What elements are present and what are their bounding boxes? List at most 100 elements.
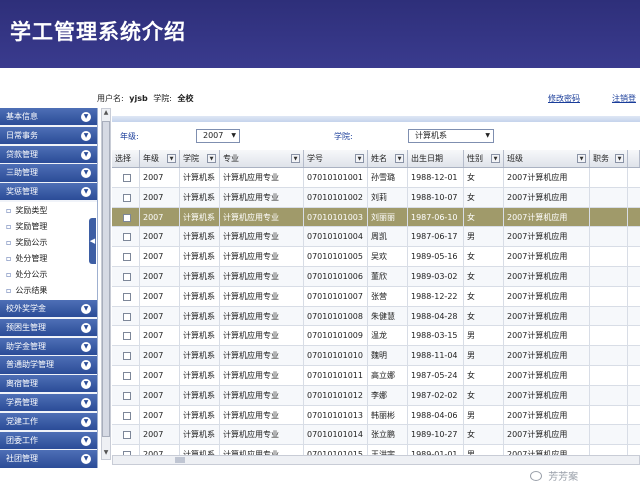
table-row[interactable]: 2007 计算机系 计算机应用专业 07010101006 董欣 1989-03-02 女 2… — [112, 267, 640, 287]
scrollbar-thumb[interactable] — [175, 457, 185, 463]
cell-gender: 男 — [464, 326, 504, 346]
table-row[interactable]: 2007 计算机系 计算机应用专业 07010101002 刘莉 1988-10-07 女 2… — [112, 187, 640, 208]
column-header-label: 职务 — [593, 154, 609, 163]
cell-birth: 1987-06-17 — [408, 227, 464, 247]
column-header[interactable]: 年级 ▼ — [140, 150, 180, 167]
sidebar-group[interactable]: 党建工作 ▼ — [0, 412, 97, 431]
sidebar-group[interactable]: 学费管理 ▼ — [0, 393, 97, 412]
row-checkbox[interactable] — [123, 332, 131, 341]
cell-birth: 1989-05-16 — [408, 247, 464, 266]
row-checkbox[interactable] — [123, 312, 131, 321]
cell-duty — [590, 366, 628, 385]
column-header[interactable]: 职务 ▼ — [590, 150, 628, 167]
row-checkbox[interactable] — [123, 411, 131, 420]
sidebar-subitem[interactable]: 奖励类型 — [0, 203, 97, 219]
column-header[interactable]: 姓名 ▼ — [368, 150, 408, 167]
cell-college: 计算机系 — [180, 306, 220, 326]
table-row[interactable]: 2007 计算机系 计算机应用专业 07010101007 张营 1988-12-22 女 2… — [112, 286, 640, 307]
row-checkbox[interactable] — [123, 292, 131, 301]
cell-id: 07010101007 — [304, 286, 368, 306]
sidebar-collapse-button[interactable]: ◀ — [89, 218, 96, 264]
column-header[interactable]: 学院 ▼ — [180, 150, 220, 167]
sidebar-group[interactable]: 基本信息 ▼ — [0, 108, 97, 126]
row-checkbox[interactable] — [123, 253, 131, 262]
table-row[interactable]: 2007 计算机系 计算机应用专业 07010101008 朱健慧 1988-04-28 女… — [112, 306, 640, 327]
chevron-down-icon: ▼ — [81, 360, 91, 371]
sidebar-subitem[interactable]: 处分公示 — [0, 267, 97, 283]
table-row[interactable]: 2007 计算机系 计算机应用专业 07010101014 张立鹏 1989-10-27 女… — [112, 425, 640, 446]
row-checkbox[interactable] — [123, 213, 131, 222]
table-row[interactable]: 2007 计算机系 计算机应用专业 07010101010 魏明 1988-11-04 男 2… — [112, 346, 640, 366]
scrollbar-thumb[interactable] — [102, 121, 110, 437]
sort-arrow-icon[interactable]: ▼ — [207, 154, 216, 163]
cell-duty — [590, 187, 628, 207]
sidebar-group[interactable]: 助学金管理 ▼ — [0, 337, 97, 355]
sidebar-subitem[interactable]: 处分管理 — [0, 251, 97, 267]
sidebar-group[interactable]: 日常事务 ▼ — [0, 126, 97, 145]
table-row[interactable]: 2007 计算机系 计算机应用专业 07010101004 周凯 1987-06-17 男 2… — [112, 227, 640, 248]
sidebar-subitem[interactable]: 奖励公示 — [0, 235, 97, 251]
select-cell — [112, 425, 140, 445]
cell-id: 07010101005 — [304, 247, 368, 266]
row-checkbox[interactable] — [123, 352, 131, 361]
sort-arrow-icon[interactable]: ▼ — [491, 154, 500, 163]
sidebar-group[interactable]: 社团管理 ▼ — [0, 450, 97, 468]
row-checkbox[interactable] — [123, 391, 131, 400]
row-checkbox[interactable] — [123, 372, 131, 380]
sidebar-group[interactable]: 离宿管理 ▼ — [0, 375, 97, 393]
select-cell — [112, 286, 140, 306]
sort-arrow-icon[interactable]: ▼ — [167, 154, 176, 163]
page-title: 学工管理系统介绍 — [10, 20, 186, 44]
college-select[interactable]: 计算机系 ▼ — [408, 129, 494, 143]
vertical-scrollbar[interactable]: ▲ ▼ — [101, 108, 111, 460]
column-header[interactable]: 学号 ▼ — [304, 150, 368, 167]
row-checkbox[interactable] — [123, 193, 131, 202]
horizontal-scrollbar[interactable] — [112, 455, 640, 465]
year-select[interactable]: 2007 ▼ — [196, 129, 240, 143]
row-checkbox[interactable] — [123, 431, 131, 440]
table-row[interactable]: 2007 计算机系 计算机应用专业 07010101012 李娜 1987-02-02 女 2… — [112, 385, 640, 406]
table-row[interactable]: 2007 计算机系 计算机应用专业 07010101011 高立娜 1987-05-24 女… — [112, 366, 640, 386]
sidebar-group[interactable]: 校外奖学金 ▼ — [0, 299, 97, 318]
sort-arrow-icon[interactable]: ▼ — [395, 154, 404, 163]
column-header-label: 专业 — [223, 154, 239, 163]
sort-arrow-icon[interactable]: ▼ — [577, 154, 586, 163]
watermark: 芳芳案 — [530, 468, 578, 483]
sidebar-group-active[interactable]: 奖惩管理 ▼ — [0, 183, 97, 201]
column-header[interactable]: 专业 ▼ — [220, 150, 304, 167]
scroll-down-icon[interactable]: ▼ — [102, 449, 110, 459]
scroll-up-icon[interactable]: ▲ — [102, 109, 110, 119]
sidebar-group[interactable]: 三助管理 ▼ — [0, 164, 97, 182]
cell-class: 2007计算机应用 — [504, 286, 590, 306]
sidebar-subitem[interactable]: 公示结果 — [0, 283, 97, 299]
table-row[interactable]: 2007 计算机系 计算机应用专业 07010101001 孙雪璐 1988-12-01 女… — [112, 168, 640, 188]
row-checkbox[interactable] — [123, 233, 131, 242]
row-checkbox[interactable] — [123, 273, 131, 281]
chevron-down-icon: ▼ — [81, 187, 91, 198]
column-header[interactable]: 性别 ▼ — [464, 150, 504, 167]
select-cell — [112, 227, 140, 247]
sidebar-group[interactable]: 普通助学管理 ▼ — [0, 356, 97, 374]
sidebar-group[interactable]: 团委工作 ▼ — [0, 431, 97, 449]
sidebar-subitem[interactable]: 奖励管理 — [0, 219, 97, 235]
cell-college: 计算机系 — [180, 405, 220, 425]
sidebar-group[interactable]: 贷款管理 ▼ — [0, 145, 97, 163]
table-row[interactable]: 2007 计算机系 计算机应用专业 07010101013 韩丽彬 1988-04-06 男… — [112, 405, 640, 426]
column-header[interactable]: 出生日期 — [408, 150, 464, 167]
table-row[interactable]: 2007 计算机系 计算机应用专业 07010101005 吴欢 1989-05-16 女 2… — [112, 247, 640, 267]
cell-class: 2007计算机应用 — [504, 168, 590, 187]
column-header[interactable]: 选择 — [112, 150, 140, 167]
sidebar-group[interactable]: 预困生管理 ▼ — [0, 318, 97, 337]
logout-link[interactable]: 注销登 — [612, 93, 636, 104]
sort-arrow-icon[interactable]: ▼ — [355, 154, 364, 163]
column-header[interactable]: 班级 ▼ — [504, 150, 590, 167]
select-cell — [112, 366, 140, 385]
cell-grade: 2007 — [140, 405, 180, 425]
table-row[interactable]: 2007 计算机系 计算机应用专业 07010101009 温龙 1988-03-15 男 2… — [112, 326, 640, 347]
sort-arrow-icon[interactable]: ▼ — [291, 154, 300, 163]
change-password-link[interactable]: 修改密码 — [548, 93, 580, 104]
row-checkbox[interactable] — [123, 174, 131, 182]
table-row[interactable]: 2007 计算机系 计算机应用专业 07010101003 刘丽丽 1987-06-10 女… — [112, 207, 640, 228]
cell-major: 计算机应用专业 — [220, 425, 304, 445]
sort-arrow-icon[interactable]: ▼ — [615, 154, 624, 163]
